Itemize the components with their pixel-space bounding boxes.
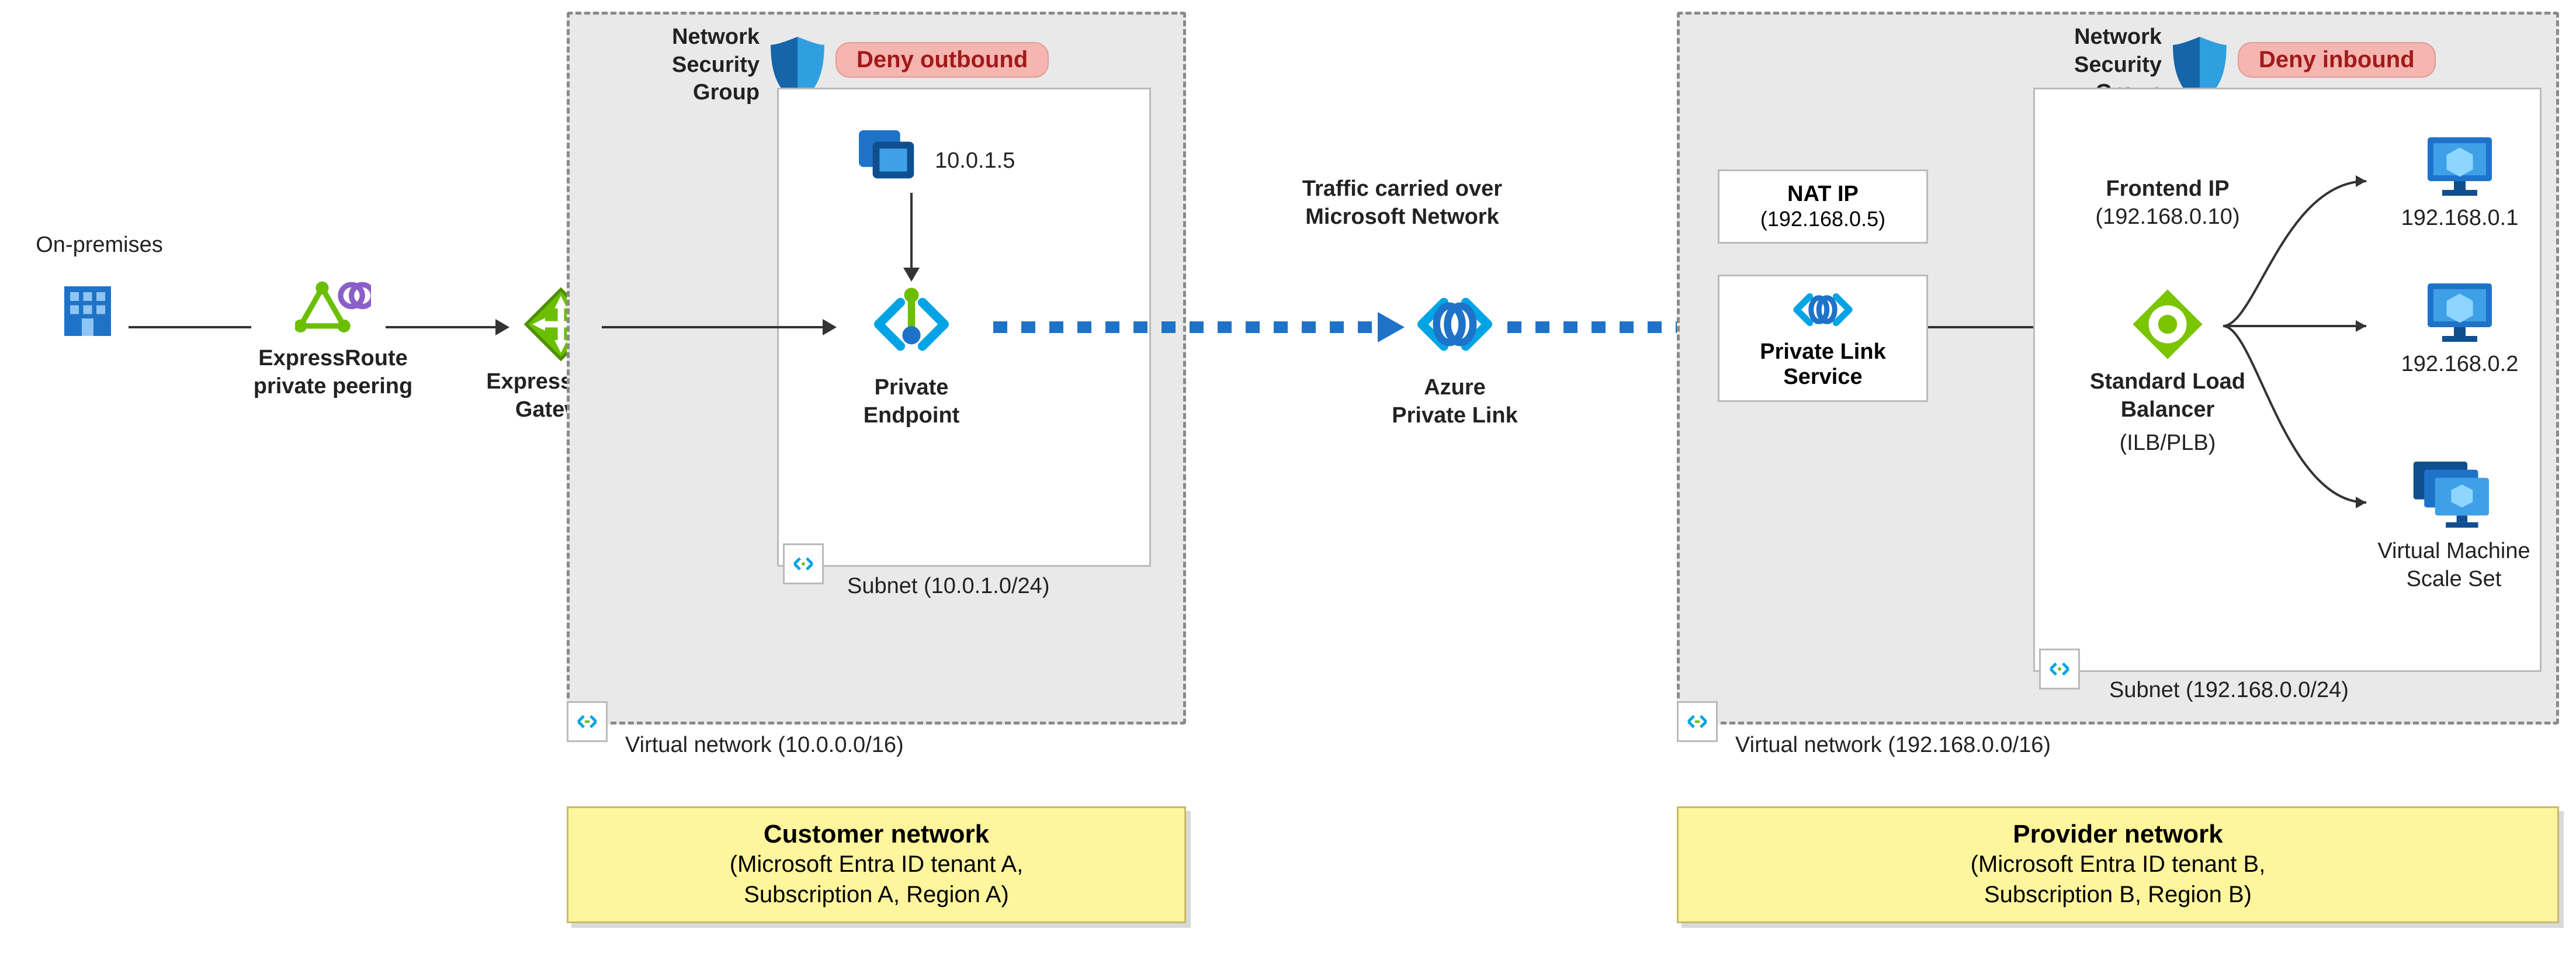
private-endpoint-icon [868,280,955,368]
vm-icon [2425,280,2495,345]
arrow-nic-pe [903,268,920,282]
connector-nic-pe [910,193,913,269]
azure-private-link: Azure Private Link [1361,280,1548,429]
vmss-icon [2413,462,2495,532]
traffic-pe-apl [993,321,1379,333]
azure-private-link-label: Azure Private Link [1392,374,1517,429]
customer-subnet-caption: Subnet (10.0.1.0/24) [847,573,1049,601]
private-link-service-icon [1788,283,1858,336]
provider-vnet-badge [1677,701,1718,742]
vm-icon [2425,134,2495,199]
customer-footer: Customer network (Microsoft Entra ID ten… [567,806,1186,923]
nat-ip-card: NAT IP (192.168.0.5) [1718,169,1928,244]
load-balancer-icon [2130,286,2206,362]
vm1-ip: 192.168.0.1 [2401,205,2519,233]
private-endpoint: Private Endpoint [835,280,987,429]
vm2-ip: 192.168.0.2 [2401,351,2519,379]
provider-subnet-caption: Subnet (192.168.0.0/24) [2109,677,2349,705]
connector-onprem-er [129,326,251,328]
expressroute-peering: ExpressRoute private peering [240,280,427,400]
on-premises-text: On-premises [18,231,181,259]
connector-gw-pe [602,326,824,328]
provider-vnet-caption: Virtual network (192.168.0.0/16) [1735,732,2051,760]
nat-ip-value: (192.168.0.5) [1731,207,1915,231]
vm1: 192.168.0.1 [2384,134,2536,233]
building-icon [53,275,123,345]
nsg-customer-label: Network Security Group [596,23,760,107]
nat-ip-title: NAT IP [1731,182,1915,207]
vmss: Virtual Machine Scale Set [2366,462,2542,593]
provider-footer-sub: (Microsoft Entra ID tenant B, Subscripti… [1702,849,2534,910]
expressroute-peering-label: ExpressRoute private peering [254,345,412,400]
customer-footer-title: Customer network [592,820,1161,849]
pls-label: Private Link Service [1731,339,1915,390]
slb-sub: (ILB/PLB) [2120,429,2216,458]
customer-vnet-caption: Virtual network (10.0.0.0/16) [625,732,904,760]
provider-footer: Provider network (Microsoft Entra ID ten… [1677,806,2559,923]
azure-private-link-icon [1411,280,1499,368]
traffic-label: Traffic carried over Microsoft Network [1239,175,1566,231]
private-link-service-card: Private Link Service [1718,275,1928,402]
traffic-apl-pls [1507,321,1700,333]
vmss-label: Virtual Machine Scale Set [2377,538,2530,593]
nic-icon [859,129,923,187]
private-endpoint-label: Private Endpoint [864,374,960,429]
customer-vnet-badge [567,701,608,742]
vm2: 192.168.0.2 [2384,280,2536,379]
on-premises-label: On-premises [18,231,181,259]
customer-subnet-badge [783,543,824,584]
provider-footer-title: Provider network [1702,820,2534,849]
deny-inbound-pill: Deny inbound [2238,42,2436,78]
arrow-gw-pe [823,319,837,335]
provider-subnet-badge [2039,649,2080,689]
nic-ip-text: 10.0.1.5 [935,147,1015,175]
customer-footer-sub: (Microsoft Entra ID tenant A, Subscripti… [592,849,1161,910]
deny-outbound-pill: Deny outbound [835,42,1049,78]
expressroute-peering-icon [295,280,371,339]
